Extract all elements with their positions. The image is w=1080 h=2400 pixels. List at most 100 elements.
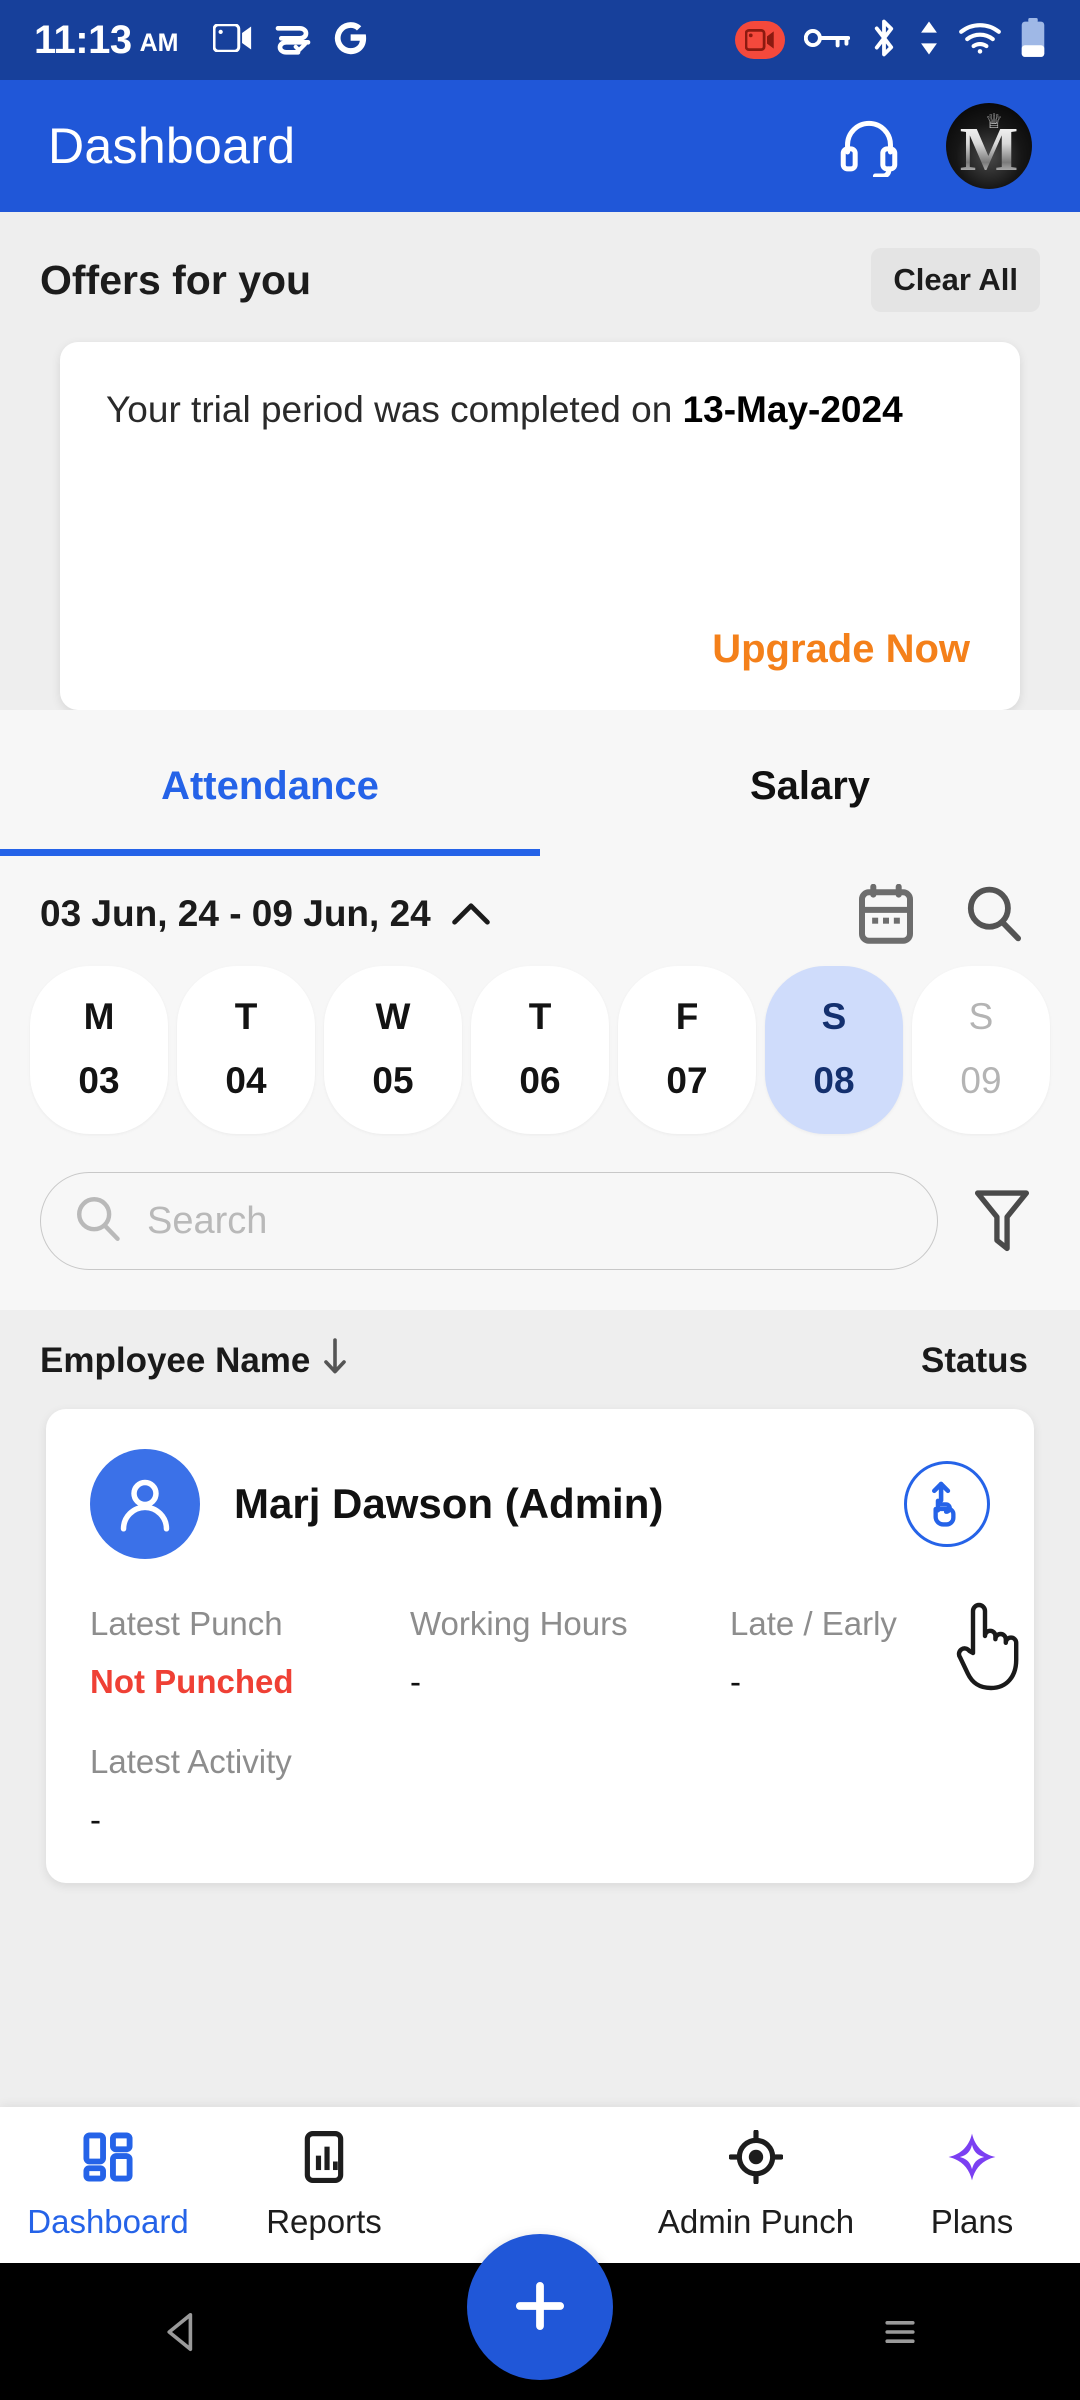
day-pill-disabled: S 09	[912, 966, 1050, 1134]
vpn-key-icon	[803, 25, 851, 56]
day-number: 05	[372, 1060, 414, 1101]
add-fab-button[interactable]	[467, 2234, 613, 2380]
column-header-employee-name[interactable]: Employee Name	[40, 1338, 348, 1383]
day-of-week: T	[528, 996, 552, 1037]
offer-message-prefix: Your trial period was completed on	[106, 389, 683, 430]
day-number: 03	[78, 1060, 120, 1101]
day-pill[interactable]: W 05	[324, 966, 462, 1134]
metric-latest-punch: Latest Punch Not Punched	[90, 1605, 410, 1701]
offer-message: Your trial period was completed on 13-Ma…	[106, 384, 974, 437]
chevron-up-icon[interactable]	[451, 901, 491, 927]
status-bar-ampm: AM	[139, 28, 179, 57]
recents-lines-icon[interactable]	[820, 2290, 980, 2374]
nav-item-dashboard[interactable]: Dashboard	[0, 2130, 216, 2241]
date-range-row: 03 Jun, 24 - 09 Jun, 24	[0, 856, 1080, 950]
metric-value: Not Punched	[90, 1663, 294, 1700]
plus-icon	[509, 2275, 571, 2340]
employee-card[interactable]: Marj Dawson (Admin) Latest Punch Not Pun…	[46, 1409, 1034, 1883]
metric-label: Latest Punch	[90, 1605, 283, 1642]
day-of-week: W	[375, 996, 411, 1037]
wifi-icon	[959, 22, 1001, 59]
search-row	[0, 1158, 1080, 1310]
employee-card-header: Marj Dawson (Admin)	[90, 1449, 990, 1559]
day-pill[interactable]: M 03	[30, 966, 168, 1134]
status-bar-left: 11:13 AM	[34, 18, 735, 63]
day-pill[interactable]: T 06	[471, 966, 609, 1134]
day-selector: M 03 T 04 W 05 T 06 F 07 S 08 S 09	[0, 950, 1080, 1158]
metric-working-hours: Working Hours -	[410, 1605, 730, 1701]
day-number: 07	[666, 1060, 708, 1101]
employee-metrics-row-2: Latest Activity -	[90, 1743, 990, 1839]
status-bar: 11:13 AM	[0, 0, 1080, 80]
page-content: Offers for you Clear All Your trial peri…	[0, 212, 1080, 2400]
offer-cta-row: Upgrade Now	[106, 627, 974, 680]
offer-message-date: 13-May-2024	[682, 389, 903, 430]
search-box[interactable]	[40, 1172, 938, 1270]
back-triangle-icon[interactable]	[100, 2290, 260, 2374]
status-bar-time: 11:13	[34, 17, 132, 62]
day-of-week: S	[821, 996, 847, 1037]
calendar-icon[interactable]	[858, 884, 914, 944]
tab-active-underline	[0, 849, 540, 856]
day-of-week: F	[675, 996, 699, 1037]
employee-name: Marj Dawson (Admin)	[234, 1480, 664, 1527]
tab-bar: Attendance Salary	[0, 720, 1080, 849]
metric-value-latest-activity: -	[90, 1801, 101, 1838]
data-transfer-icon	[918, 20, 940, 61]
upgrade-now-button[interactable]: Upgrade Now	[712, 627, 974, 680]
column-header-status: Status	[921, 1340, 1028, 1380]
grid-dashboard-icon	[81, 2130, 135, 2187]
screen-record-icon	[735, 21, 785, 59]
search-icon[interactable]	[966, 885, 1022, 943]
date-range-label[interactable]: 03 Jun, 24 - 09 Jun, 24	[40, 893, 431, 935]
app-bar: Dashboard ♕ M	[0, 80, 1080, 212]
day-of-week: S	[968, 996, 994, 1037]
sparkle-diamond-icon	[945, 2130, 999, 2187]
tab-attendance[interactable]: Attendance	[0, 720, 540, 849]
tabs-section: Attendance Salary	[0, 710, 1080, 856]
android-auto-icon	[273, 21, 313, 60]
day-number: 08	[813, 1060, 855, 1101]
nav-item-label: Plans	[930, 2202, 1014, 2240]
metric-label: Working Hours	[410, 1605, 628, 1642]
crown-icon: ♕	[985, 111, 1003, 133]
nav-item-label: Dashboard	[27, 2202, 189, 2240]
app-bar-actions: ♕ M	[838, 103, 1032, 189]
column-header-employee-name-label: Employee Name	[40, 1340, 311, 1380]
search-icon	[75, 1195, 121, 1248]
nav-item-admin-punch[interactable]: Admin Punch	[648, 2128, 864, 2241]
nav-item-label: Reports	[266, 2202, 382, 2240]
filter-funnel-icon[interactable]	[964, 1182, 1040, 1260]
tab-salary[interactable]: Salary	[540, 720, 1080, 849]
status-bar-right	[735, 17, 1046, 63]
metric-value: -	[730, 1663, 741, 1700]
day-pill[interactable]: F 07	[618, 966, 756, 1134]
table-header-row: Employee Name Status	[0, 1310, 1080, 1409]
nav-item-reports[interactable]: Reports	[216, 2130, 432, 2241]
battery-icon	[1020, 17, 1046, 63]
screen-cast-icon	[212, 22, 253, 57]
bluetooth-icon	[869, 19, 899, 62]
nav-item-plans[interactable]: Plans	[864, 2130, 1080, 2241]
day-of-week: T	[234, 996, 258, 1037]
metric-label-latest-activity: Latest Activity	[90, 1743, 292, 1780]
day-pill-selected[interactable]: S 08	[765, 966, 903, 1134]
headset-icon[interactable]	[838, 115, 900, 177]
search-input[interactable]	[147, 1199, 903, 1243]
bar-chart-report-icon	[297, 2130, 351, 2187]
day-pill[interactable]: T 04	[177, 966, 315, 1134]
offers-header: Offers for you Clear All	[0, 212, 1080, 312]
offer-card: Your trial period was completed on 13-Ma…	[60, 342, 1020, 710]
punch-in-icon[interactable]	[904, 1461, 990, 1547]
day-number: 09	[960, 1060, 1002, 1101]
metric-value: -	[410, 1663, 421, 1700]
clear-all-button[interactable]: Clear All	[871, 248, 1040, 312]
avatar[interactable]: ♕ M	[946, 103, 1032, 189]
google-icon	[333, 19, 369, 62]
metric-late-early: Late / Early -	[730, 1605, 990, 1701]
metric-label: Late / Early	[730, 1605, 897, 1642]
arrow-down-icon	[322, 1338, 348, 1383]
day-number: 04	[225, 1060, 267, 1101]
date-range-actions	[858, 884, 1022, 944]
offers-title: Offers for you	[40, 256, 312, 303]
